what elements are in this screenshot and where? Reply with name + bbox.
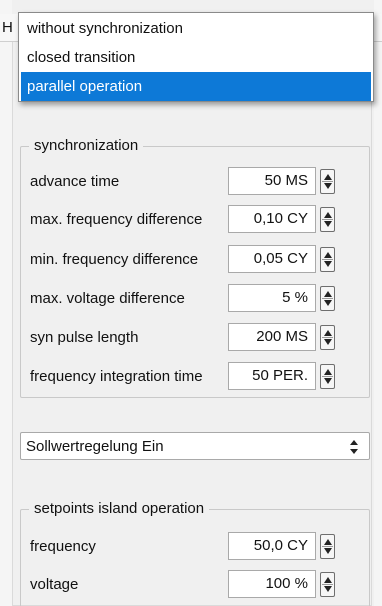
- frequency-spinner-icon[interactable]: [320, 534, 335, 559]
- setpoint-mode-select-value: Sollwertregelung Ein: [26, 438, 164, 455]
- frequency-input[interactable]: 50,0 CY: [228, 532, 316, 560]
- dropdown-item-closed-transition[interactable]: closed transition: [21, 43, 371, 72]
- min-frequency-difference-spinner-icon[interactable]: [320, 247, 335, 272]
- frequency-integration-time-spinner-icon[interactable]: [320, 364, 335, 389]
- voltage-row: voltage 100 %: [21, 570, 369, 598]
- voltage-spinner-icon[interactable]: [320, 572, 335, 597]
- setpoints-island-operation-group: setpoints island operation frequency 50,…: [20, 500, 370, 606]
- frequency-integration-time-label: frequency integration time: [30, 368, 203, 385]
- advance-time-input[interactable]: 50 MS: [228, 167, 316, 195]
- max-frequency-difference-input[interactable]: 0,10 CY: [228, 205, 316, 233]
- synchronization-group-title: synchronization: [29, 137, 144, 154]
- setpoints-island-operation-title: setpoints island operation: [29, 500, 210, 517]
- frequency-label: frequency: [30, 538, 96, 555]
- up-down-select-icon: [349, 440, 359, 454]
- max-voltage-difference-row: max. voltage difference 5 %: [21, 284, 369, 312]
- window-edge-right: [374, 0, 382, 606]
- dropdown-item-parallel-operation[interactable]: parallel operation: [21, 72, 371, 101]
- sync-mode-dropdown-list[interactable]: without synchronization closed transitio…: [18, 12, 374, 102]
- advance-time-row: advance time 50 MS: [21, 167, 369, 195]
- setpoint-mode-select[interactable]: Sollwertregelung Ein: [20, 432, 370, 460]
- voltage-input[interactable]: 100 %: [228, 570, 316, 598]
- frequency-row: frequency 50,0 CY: [21, 532, 369, 560]
- dropdown-item-without-synchronization[interactable]: without synchronization: [21, 14, 371, 43]
- frequency-integration-time-row: frequency integration time 50 PER.: [21, 362, 369, 390]
- syn-pulse-length-input[interactable]: 200 MS: [228, 323, 316, 351]
- min-frequency-difference-row: min. frequency difference 0,05 CY: [21, 245, 369, 273]
- min-frequency-difference-input[interactable]: 0,05 CY: [228, 245, 316, 273]
- syn-pulse-length-label: syn pulse length: [30, 329, 139, 346]
- advance-time-spinner-icon[interactable]: [320, 169, 335, 194]
- max-frequency-difference-label: max. frequency difference: [30, 211, 203, 228]
- max-voltage-difference-spinner-icon[interactable]: [320, 286, 335, 311]
- synchronization-group: synchronization advance time 50 MS max. …: [20, 137, 370, 398]
- tab-label[interactable]: H: [2, 19, 13, 36]
- voltage-label: voltage: [30, 576, 79, 593]
- window-edge-left: [0, 0, 12, 606]
- max-frequency-difference-spinner-icon[interactable]: [320, 207, 335, 232]
- frequency-integration-time-input[interactable]: 50 PER.: [228, 362, 316, 390]
- max-voltage-difference-label: max. voltage difference: [30, 290, 185, 307]
- min-frequency-difference-label: min. frequency difference: [30, 251, 199, 268]
- advance-time-label: advance time: [30, 173, 120, 190]
- syn-pulse-length-row: syn pulse length 200 MS: [21, 323, 369, 351]
- syn-pulse-length-spinner-icon[interactable]: [320, 325, 335, 350]
- max-frequency-difference-row: max. frequency difference 0,10 CY: [21, 205, 369, 233]
- max-voltage-difference-input[interactable]: 5 %: [228, 284, 316, 312]
